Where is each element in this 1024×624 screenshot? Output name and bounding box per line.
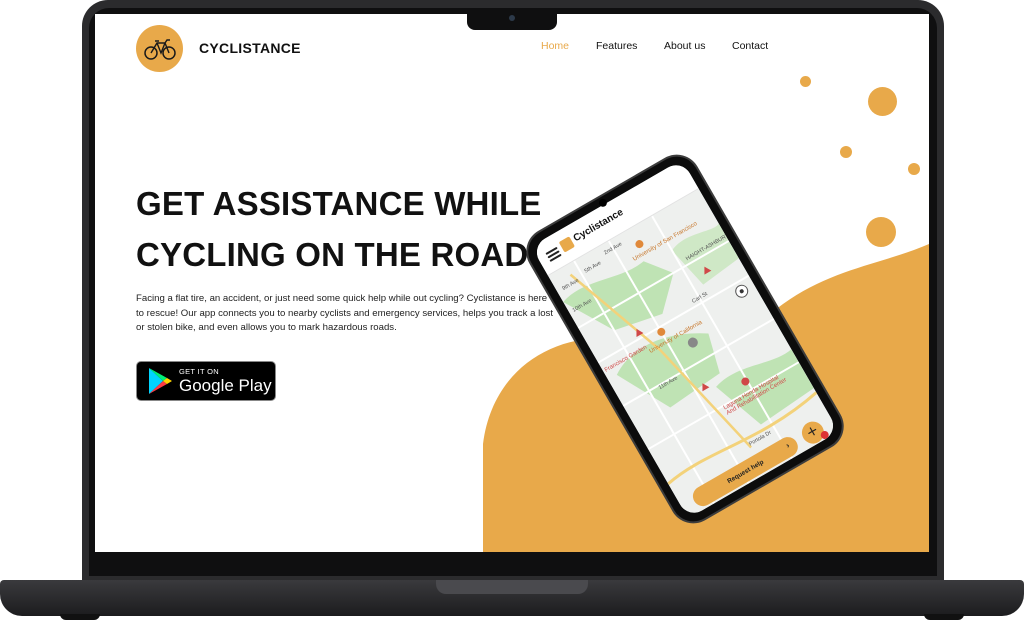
phone-mockup: Cyclistance University of San Francisco … [520,104,915,530]
plus-icon: + [803,421,822,442]
chevron-right-icon: › [784,440,792,451]
laptop-opening-notch [436,580,588,594]
menu-icon[interactable] [545,246,562,262]
nav-about-us[interactable]: About us [664,40,705,52]
app-logo-icon [558,236,576,253]
website-screen: CYCLISTANCE Home Features About us Conta… [95,14,929,552]
laptop-foot-right [924,614,964,620]
decor-dot [800,76,811,87]
google-play-icon [149,368,172,394]
hero-description: Facing a flat tire, an accident, or just… [136,293,553,333]
webcam-icon [509,15,515,21]
hero-title-line2: CYCLING ON THE ROAD [136,236,529,273]
google-play-small-label: GET IT ON [179,367,219,376]
nav-contact[interactable]: Contact [732,40,768,52]
phone-screen: Cyclistance University of San Francisco … [531,159,839,519]
hero-title-line1: GET ASSISTANCE WHILE [136,185,542,222]
phone-device: Cyclistance University of San Francisco … [520,148,850,530]
google-play-big-label: Google Play [179,376,272,395]
bicycle-logo[interactable] [136,25,183,72]
nav-home[interactable]: Home [541,40,569,52]
hero-title: GET ASSISTANCE WHILE CYCLING ON THE ROAD [136,178,576,280]
bicycle-icon [143,38,176,60]
nav-features[interactable]: Features [596,40,637,52]
laptop-foot-left [60,614,100,620]
google-play-button[interactable]: GET IT ON Google Play [136,361,276,401]
brand-name: CYCLISTANCE [199,40,301,56]
